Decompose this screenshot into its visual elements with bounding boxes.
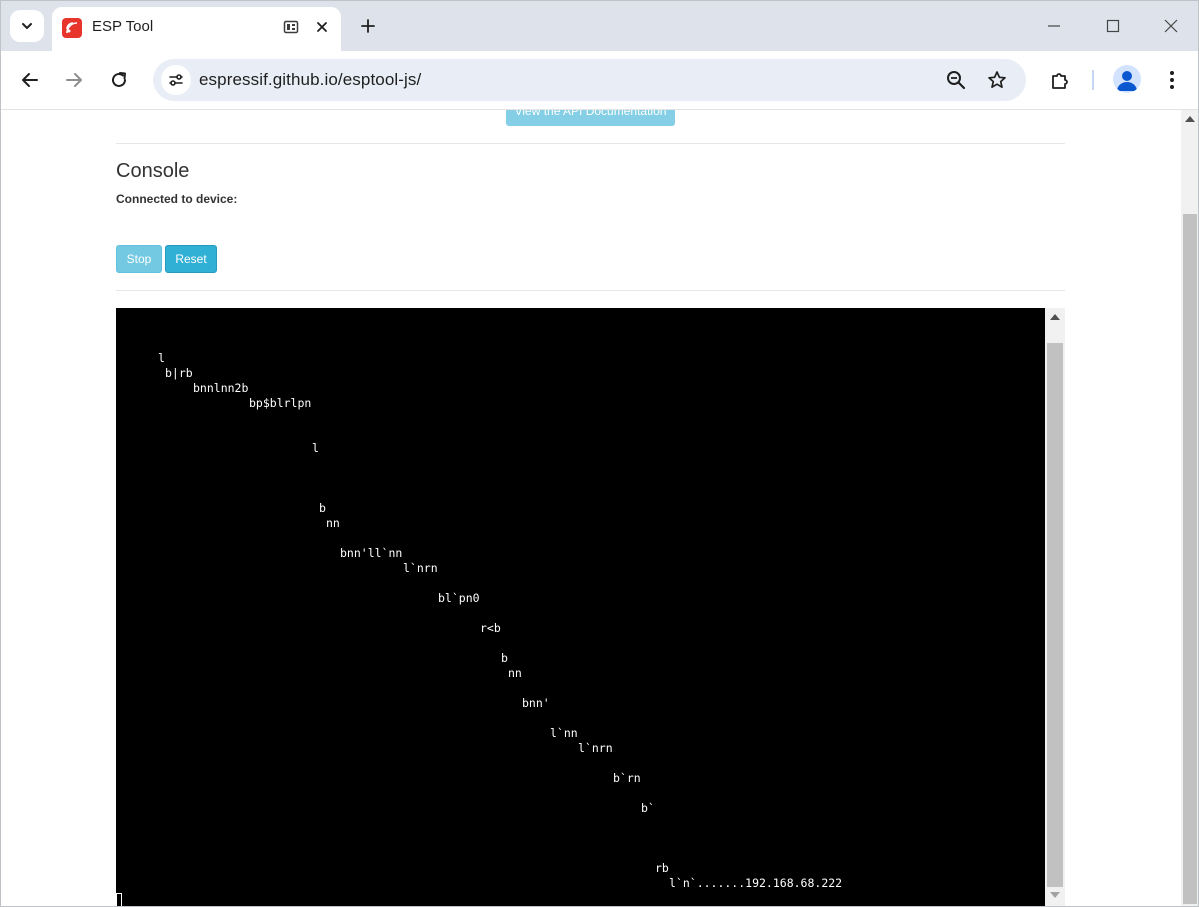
window-close-button[interactable] [1151,11,1191,41]
arrow-left-icon [22,73,38,87]
terminal-line: b|rb [165,366,193,380]
terminal-scrollbar[interactable] [1045,308,1065,906]
tab-esp-tool[interactable]: ESP Tool [52,7,341,51]
browser-window: ESP Tool espressif.github.io/esptool-js/… [0,0,1199,907]
kebab-menu-icon [1170,71,1174,89]
arrow-right-icon [66,73,82,87]
address-bar[interactable]: espressif.github.io/esptool-js/ [153,59,1026,101]
minimize-icon [1048,25,1060,27]
plus-icon [361,19,375,33]
tab-search-button[interactable] [10,10,44,42]
profile-avatar[interactable] [1113,65,1141,93]
chevron-down-icon [22,23,32,29]
tab-strip: ESP Tool [1,1,1198,51]
terminal-line: b` [641,801,655,815]
page-content: View the API Documentation Console Conne… [1,110,1181,906]
terminal-line: bnn' [522,696,550,710]
puzzle-icon [1052,73,1068,89]
page-scrollbar-thumb[interactable] [1183,214,1197,904]
connected-device-label: Connected to device: [116,192,238,206]
new-tab-button[interactable] [353,11,383,41]
console-terminal[interactable]: l b|rb bnnlnn2b bp$blrlpn l b nn bnn'll`… [116,308,1045,906]
terminal-line: l [312,441,319,455]
minimize-button[interactable] [1034,11,1074,41]
divider [116,290,1065,291]
terminal-cursor [116,893,122,906]
terminal-line: l`nn [550,726,578,740]
terminal-line: bp$blrlpn [249,396,312,410]
api-documentation-button[interactable]: View the API Documentation [506,110,675,126]
reset-button[interactable]: Reset [165,245,217,273]
console-title: Console [116,160,190,182]
terminal-line: rb [655,861,669,875]
forward-button[interactable] [59,65,89,95]
extensions-button[interactable] [1045,65,1075,95]
terminal-line: b [319,501,326,515]
terminal-line: bnn'll`nn [340,546,403,560]
terminal-line: nn [326,516,340,530]
terminal-line: r<b [480,621,501,635]
page-scrollbar[interactable] [1181,110,1198,906]
tune-icon[interactable] [161,65,191,95]
zoom-out-icon[interactable] [941,65,971,95]
espressif-logo-icon [62,18,82,38]
browser-menu-button[interactable] [1157,65,1187,95]
terminal-line: nn [508,666,522,680]
maximize-button[interactable] [1093,11,1133,41]
person-icon [1117,71,1137,91]
close-icon[interactable] [312,17,332,37]
toolbar-separator [1092,70,1094,90]
terminal-line: l`n`.......192.168.68.222 [669,876,843,890]
scroll-up-arrow-icon[interactable] [1050,314,1060,320]
maximize-icon [1106,19,1120,33]
terminal-line: l [158,351,165,365]
reload-icon [112,72,126,87]
media-icon[interactable] [281,17,301,37]
terminal-line: b [501,651,508,665]
close-icon [1164,19,1178,33]
scroll-up-arrow-icon[interactable] [1185,116,1195,122]
terminal-line: b`rn [613,771,641,785]
terminal-scrollbar-thumb[interactable] [1047,343,1063,887]
star-icon[interactable] [982,65,1012,95]
stop-button[interactable]: Stop [116,245,162,273]
reload-button[interactable] [104,65,134,95]
terminal-line: l`nrn [403,561,438,575]
browser-toolbar: espressif.github.io/esptool-js/ [1,51,1198,110]
terminal-line: bnnlnn2b [193,381,249,395]
scroll-down-arrow-icon[interactable] [1050,892,1060,898]
back-button[interactable] [15,65,45,95]
url-text[interactable]: espressif.github.io/esptool-js/ [199,70,421,90]
terminal-line: l`nrn [578,741,613,755]
tab-title: ESP Tool [92,18,154,35]
terminal-line: bl`pn0 [438,591,480,605]
divider [116,143,1065,144]
